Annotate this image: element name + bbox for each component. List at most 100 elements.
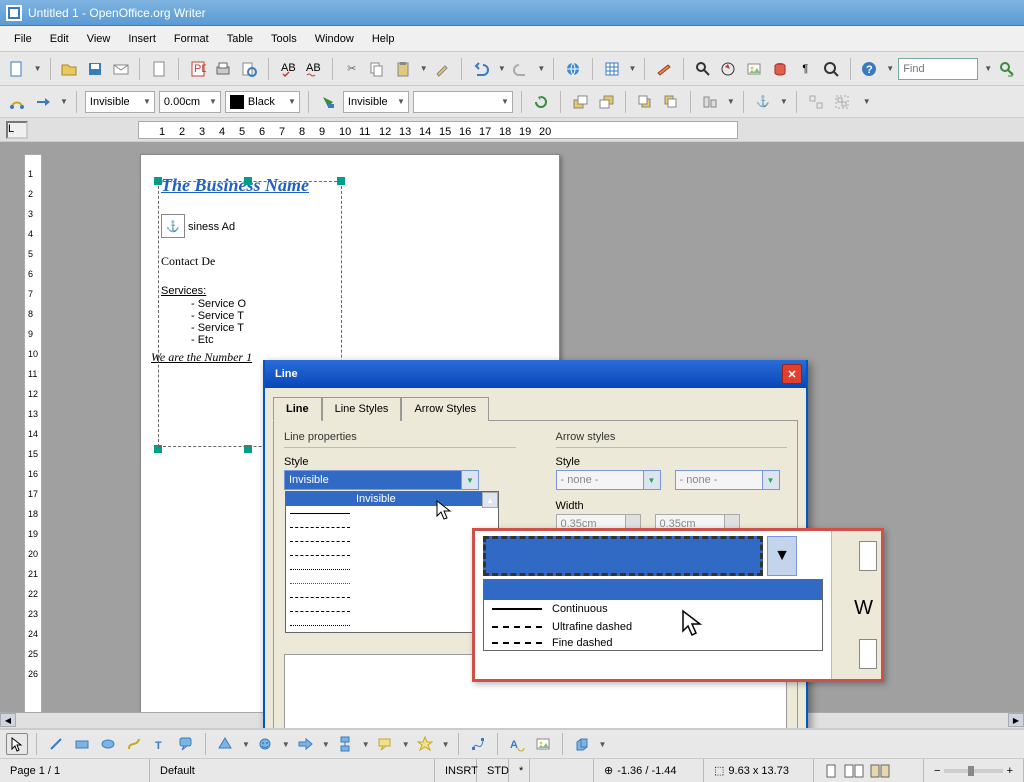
- redo-dropdown-icon[interactable]: ▼: [537, 64, 545, 73]
- menu-view[interactable]: View: [79, 30, 119, 48]
- style-option-3d3d-var[interactable]: 3 dashes 3 dots (var: [286, 604, 498, 618]
- tab-arrow-styles[interactable]: Arrow Styles: [401, 397, 489, 421]
- style-option-ultrafine-2dots-3dashes[interactable]: Ultrafine 2 dots 3 da: [286, 548, 498, 562]
- send-back-button[interactable]: [660, 91, 682, 113]
- single-page-icon[interactable]: [824, 764, 838, 778]
- save-button[interactable]: [84, 58, 106, 80]
- line-end-dropdown-icon[interactable]: ▼: [60, 97, 68, 106]
- zoom-in-icon[interactable]: +: [1007, 765, 1013, 777]
- line-style-dropdown[interactable]: Invisible ▼ Invisible Continuous Ultrafi…: [284, 470, 479, 490]
- redo-button[interactable]: [510, 58, 532, 80]
- print-button[interactable]: [213, 58, 235, 80]
- symbol-shapes-button[interactable]: [254, 733, 276, 755]
- rectangle-tool-button[interactable]: [71, 733, 93, 755]
- find-replace-button[interactable]: [692, 58, 714, 80]
- edit-file-button[interactable]: [148, 58, 170, 80]
- export-pdf-button[interactable]: PDF: [187, 58, 209, 80]
- find-input[interactable]: [898, 58, 978, 80]
- status-insert-mode[interactable]: INSRT: [435, 759, 477, 782]
- menu-file[interactable]: File: [6, 30, 40, 48]
- tab-line[interactable]: Line: [273, 397, 322, 421]
- flowchart-button[interactable]: [334, 733, 356, 755]
- line-style-combo[interactable]: Invisible: [85, 91, 155, 113]
- arrow-style-left-combo[interactable]: - none -▼: [556, 470, 661, 490]
- spellcheck-button[interactable]: ABC: [277, 58, 299, 80]
- alignment-dropdown-icon[interactable]: ▼: [727, 97, 735, 106]
- arrow-right-dropdown-icon[interactable]: ▼: [762, 471, 779, 489]
- auto-spellcheck-button[interactable]: ABC: [302, 58, 324, 80]
- basic-shapes-dropdown-icon[interactable]: ▼: [242, 740, 250, 749]
- basic-shapes-button[interactable]: [214, 733, 236, 755]
- tab-line-styles[interactable]: Line Styles: [322, 397, 402, 421]
- callout-item-highlighted[interactable]: [484, 580, 822, 600]
- to-background-button[interactable]: [595, 91, 617, 113]
- menu-tools[interactable]: Tools: [263, 30, 305, 48]
- area-style-combo[interactable]: Invisible: [343, 91, 409, 113]
- zoom-button[interactable]: [820, 58, 842, 80]
- block-arrows-button[interactable]: [294, 733, 316, 755]
- status-style[interactable]: Default: [150, 759, 435, 782]
- dropdown-scroll-up-icon[interactable]: ▲: [482, 492, 498, 508]
- style-option-ultrafine-dotted-var[interactable]: Ultrafine dotted (var: [286, 618, 498, 632]
- arrow-style-right-combo[interactable]: - none -▼: [675, 470, 780, 490]
- paste-button[interactable]: [392, 58, 414, 80]
- help-button[interactable]: ?: [859, 58, 881, 80]
- arrow-left-dropdown-icon[interactable]: ▼: [643, 471, 660, 489]
- stars-dropdown-icon[interactable]: ▼: [442, 740, 450, 749]
- new-dropdown-icon[interactable]: ▼: [34, 64, 42, 73]
- ellipse-tool-button[interactable]: [97, 733, 119, 755]
- line-color-combo[interactable]: Black: [225, 91, 300, 113]
- navigator-button[interactable]: [718, 58, 740, 80]
- tab-stop-button[interactable]: L: [6, 121, 28, 139]
- text-tool-button[interactable]: T: [149, 733, 171, 755]
- menu-format[interactable]: Format: [166, 30, 217, 48]
- menu-table[interactable]: Table: [219, 30, 261, 48]
- to-foreground-button[interactable]: [569, 91, 591, 113]
- dialog-titlebar[interactable]: Line ✕: [265, 360, 806, 388]
- status-zoom[interactable]: − +: [924, 759, 1024, 782]
- paste-dropdown-icon[interactable]: ▼: [420, 64, 428, 73]
- table-button[interactable]: [601, 58, 623, 80]
- data-sources-button[interactable]: [769, 58, 791, 80]
- menu-insert[interactable]: Insert: [120, 30, 164, 48]
- copy-button[interactable]: [367, 58, 389, 80]
- zoom-slider[interactable]: [944, 769, 1002, 773]
- status-selection-mode[interactable]: STD: [477, 759, 509, 782]
- flowchart-dropdown-icon[interactable]: ▼: [362, 740, 370, 749]
- freeform-tool-button[interactable]: [123, 733, 145, 755]
- style-option-fine-dotted[interactable]: Fine dotted: [286, 562, 498, 576]
- menu-help[interactable]: Help: [364, 30, 403, 48]
- points-button[interactable]: [467, 733, 489, 755]
- undo-button[interactable]: [470, 58, 492, 80]
- menu-edit[interactable]: Edit: [42, 30, 77, 48]
- style-option-line-fine-dots[interactable]: Line with fine dots: [286, 576, 498, 590]
- vertical-ruler[interactable]: 1234567891011121314151617181920212223242…: [24, 154, 42, 714]
- menu-window[interactable]: Window: [307, 30, 362, 48]
- callout-tool-button[interactable]: [175, 733, 197, 755]
- callouts-dropdown-icon[interactable]: ▼: [402, 740, 410, 749]
- find-next-button[interactable]: [996, 58, 1018, 80]
- style-option-continuous[interactable]: Continuous: [286, 506, 498, 520]
- from-file-button[interactable]: [532, 733, 554, 755]
- dialog-close-button[interactable]: ✕: [782, 364, 802, 384]
- book-view-icon[interactable]: [870, 764, 890, 778]
- style-option-fine-dashed-var[interactable]: Fine dashed (variable: [286, 590, 498, 604]
- bring-front-button[interactable]: [634, 91, 656, 113]
- print-preview-button[interactable]: [238, 58, 260, 80]
- callout-dropdown-icon[interactable]: ▼: [767, 536, 797, 576]
- gallery-button[interactable]: [743, 58, 765, 80]
- area-fill-combo[interactable]: [413, 91, 513, 113]
- table-dropdown-icon[interactable]: ▼: [629, 64, 637, 73]
- cut-button[interactable]: ✂: [341, 58, 363, 80]
- symbol-shapes-dropdown-icon[interactable]: ▼: [282, 740, 290, 749]
- extrusion-button[interactable]: [571, 733, 593, 755]
- style-option-fine-dashed[interactable]: Fine dashed: [286, 534, 498, 548]
- status-view-layout[interactable]: [814, 759, 924, 782]
- callouts-shapes-button[interactable]: [374, 733, 396, 755]
- rotate-button[interactable]: [530, 91, 552, 113]
- line-tool-button[interactable]: [45, 733, 67, 755]
- email-button[interactable]: [110, 58, 132, 80]
- scroll-right-icon[interactable]: ▶: [1008, 713, 1024, 727]
- open-button[interactable]: [59, 58, 81, 80]
- line-end-style-button[interactable]: [32, 91, 54, 113]
